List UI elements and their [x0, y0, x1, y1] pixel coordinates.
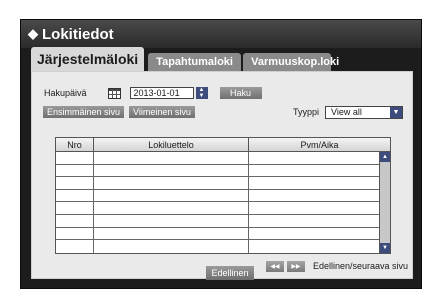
- tab-event-log[interactable]: Tapahtumaloki: [148, 53, 242, 71]
- up-down-spinner-icon[interactable]: ▲ ▼: [195, 87, 208, 99]
- table-cell: [249, 165, 379, 177]
- column-header-log-list: Lokiluettelo: [94, 138, 249, 151]
- column-header-nro: Nro: [56, 138, 94, 151]
- table-cell: [249, 152, 379, 164]
- table-body: [56, 152, 379, 253]
- table-cell: [249, 202, 379, 214]
- date-label: Hakupäivä: [44, 88, 87, 98]
- type-select-value: View all: [331, 107, 362, 117]
- column-header-date-time: Pvm/Aika: [300, 139, 339, 150]
- table-cell: [56, 189, 94, 202]
- search-button[interactable]: Haku: [219, 87, 262, 99]
- table-cell: [94, 152, 249, 164]
- table-cell: [94, 177, 249, 189]
- table-cell: [94, 227, 249, 240]
- pager-label: Edellinen/seuraava sivu: [312, 261, 408, 271]
- table-row[interactable]: [56, 214, 379, 228]
- double-chevron-left-icon[interactable]: ◀◀: [265, 260, 284, 272]
- table-cell: [56, 177, 94, 189]
- table-cell: [249, 190, 379, 202]
- back-button[interactable]: Edellinen: [206, 266, 254, 280]
- table-cell: [56, 202, 94, 214]
- table-cell: [56, 240, 94, 253]
- table-row[interactable]: [56, 152, 379, 165]
- table-cell: [94, 164, 249, 177]
- table-cell: [249, 228, 379, 240]
- table-cell: [94, 202, 249, 214]
- table-cell: [56, 214, 94, 227]
- table-cell: [249, 240, 379, 253]
- scroll-up-icon[interactable]: ▲: [380, 152, 390, 162]
- pager: ◀◀ ▶▶ Edellinen/seuraava sivu: [265, 260, 408, 272]
- table-row[interactable]: [56, 164, 379, 178]
- table-cell: [56, 164, 94, 177]
- tab-system-log[interactable]: Järjestelmäloki: [31, 47, 145, 71]
- log-table: Nro Lokiluettelo Pvm/Aika ▲ ▼: [55, 137, 391, 254]
- table-cell: [249, 177, 379, 189]
- title-bar: ◆ Lokitiedot: [21, 20, 421, 48]
- double-chevron-right-icon[interactable]: ▶▶: [286, 260, 305, 272]
- first-page-button[interactable]: Ensimmäinen sivu: [43, 106, 125, 118]
- last-page-button[interactable]: Viimeinen sivu: [129, 106, 195, 118]
- table-scrollbar[interactable]: ▲ ▼: [379, 152, 390, 253]
- table-cell: [249, 215, 379, 227]
- table-row[interactable]: [56, 227, 379, 241]
- table-cell: [94, 240, 249, 253]
- calendar-icon[interactable]: [107, 87, 121, 99]
- log-window: ◆ Lokitiedot Järjestelmäloki Tapahtumalo…: [20, 19, 422, 289]
- table-cell: [94, 189, 249, 202]
- table-row[interactable]: [56, 189, 379, 203]
- chevron-down-icon[interactable]: ▼: [390, 106, 402, 118]
- log-panel: Hakupäivä 2013-01-01 ▲ ▼ Haku Ensimmäinen…: [31, 71, 413, 279]
- type-label: Tyyppi: [292, 107, 319, 117]
- tab-backup-log[interactable]: Varmuuskop.loki: [243, 53, 339, 71]
- type-select[interactable]: View all ▼: [325, 105, 403, 119]
- search-row: Hakupäivä 2013-01-01 ▲ ▼ Haku: [44, 86, 262, 100]
- table-row[interactable]: [56, 177, 379, 190]
- window-title: Lokitiedot: [42, 25, 114, 43]
- navigation-row: Ensimmäinen sivu Viimeinen sivu Tyyppi V…: [43, 105, 403, 119]
- table-cell: [94, 214, 249, 227]
- table-row[interactable]: [56, 240, 379, 253]
- tab-bar: Järjestelmäloki Tapahtumaloki Varmuuskop…: [31, 47, 339, 71]
- table-header: Nro Lokiluettelo Pvm/Aika: [56, 138, 390, 152]
- diamond-icon: ◆: [28, 26, 38, 41]
- table-cell: [56, 152, 94, 164]
- table-row[interactable]: [56, 202, 379, 215]
- scroll-down-icon[interactable]: ▼: [380, 243, 390, 253]
- table-cell: [56, 227, 94, 240]
- date-field[interactable]: 2013-01-01: [129, 87, 194, 99]
